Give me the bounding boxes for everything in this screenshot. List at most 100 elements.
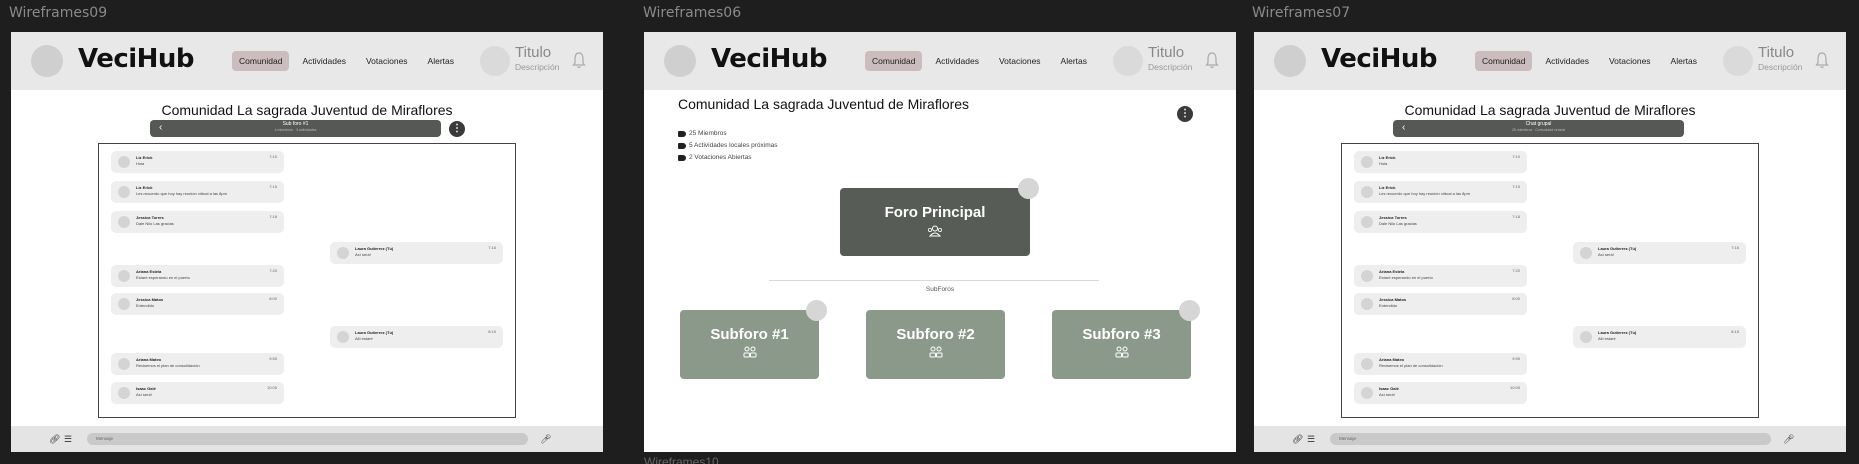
chat-message[interactable]: Liz Erick Hola 7:10 [111, 151, 284, 173]
main-forum-badge [1018, 178, 1039, 199]
message-sender: Jessica Torres [136, 215, 164, 220]
chat-message[interactable]: Liz Erick Les recuerdo que hoy hay reunió… [111, 181, 284, 203]
subforum-card-2[interactable]: Subforo #2 [866, 310, 1005, 379]
message-time: 7:18 [269, 214, 277, 219]
group-icon [929, 346, 942, 358]
nav-actividades[interactable]: Actividades [1538, 51, 1595, 71]
message-sender: Jessica Torres [1379, 215, 1407, 220]
community-title: Comunidad La sagrada Juventud de Miraflo… [161, 102, 453, 118]
message-sender: Ariana Mateo [1379, 357, 1405, 362]
stat-votes-text: 2 Votaciones Abiertas [689, 154, 752, 161]
message-sender: Laura Gutierrez (Tú) [1598, 246, 1637, 251]
profile-avatar[interactable] [480, 46, 510, 76]
chat-message[interactable]: Isaac Galé Así será! 10:05 [111, 382, 284, 404]
nav-alertas[interactable]: Alertas [1054, 51, 1094, 71]
stat-members: 25 Miembros [678, 130, 727, 137]
frame-label-wireframes06: Wireframes06 [643, 5, 742, 21]
divider [769, 280, 1099, 281]
chat-message[interactable]: Ariana Mateo Revisemos el plan de consoli… [1354, 353, 1527, 375]
subforum-label-2: Subforo #2 [896, 326, 975, 343]
main-forum-card[interactable]: Foro Principal [840, 188, 1030, 256]
main-nav: Comunidad Actividades Votaciones Alertas [1475, 51, 1704, 71]
nav-comunidad[interactable]: Comunidad [1475, 51, 1533, 71]
profile-title: Titulo [515, 44, 552, 61]
app-header: VeciHub Comunidad Actividades Votaciones… [644, 32, 1236, 90]
chat-message[interactable]: Laura Gutierrez (Tú) Allí estaré 8:15 [1573, 326, 1746, 348]
logo-placeholder [1274, 45, 1306, 77]
chat-message[interactable]: Laura Gutierrez (Tú) Allí estaré 8:15 [330, 326, 503, 348]
message-time: 7:15 [269, 184, 277, 189]
message-time: 7:10 [269, 154, 277, 159]
bell-icon[interactable] [1815, 51, 1829, 69]
nav-votaciones[interactable]: Votaciones [359, 51, 415, 71]
chat-message[interactable]: Laura Gutierrez (Tú) Así será! 7:16 [1573, 242, 1746, 264]
chat-message[interactable]: Isaac Galé Así será! 10:05 [1354, 382, 1527, 404]
message-text: Hola [136, 161, 145, 166]
nav-alertas[interactable]: Alertas [1664, 51, 1704, 71]
message-input[interactable]: Mensaje [87, 433, 528, 445]
message-avatar [118, 216, 130, 228]
brand-name: VeciHub [78, 44, 195, 74]
group-icon [743, 346, 756, 358]
message-footer: 🔗︎ ☰ Mensaje 🎤︎ [1254, 426, 1846, 452]
mic-icon[interactable]: 🎤︎ [540, 434, 551, 445]
attach-icon[interactable]: 🔗︎ [1292, 434, 1303, 445]
nav-actividades[interactable]: Actividades [928, 51, 985, 71]
message-avatar [118, 298, 130, 310]
message-avatar [1361, 387, 1373, 399]
frame-label-wireframes09: Wireframes09 [9, 5, 108, 21]
nav-votaciones[interactable]: Votaciones [1602, 51, 1658, 71]
list-icon[interactable]: ☰ [64, 434, 72, 445]
message-text: Así será! [1379, 392, 1395, 397]
chat-message[interactable]: Liz Erick Hola 7:10 [1354, 151, 1527, 173]
message-avatar [1361, 216, 1373, 228]
list-icon[interactable]: ☰ [1307, 434, 1315, 445]
subforum-bar: ‹ Sub foro #1 4 miembros · 3 actividades [150, 120, 441, 137]
group-chat-bar-subtitle: 25 miembros · Comunidad vecinal [1511, 128, 1566, 132]
subforum-card-1[interactable]: Subforo #1 [680, 310, 819, 379]
message-input[interactable]: Mensaje [1330, 433, 1771, 445]
message-avatar [1361, 358, 1373, 370]
more-icon[interactable]: ⋮ [1177, 106, 1193, 122]
message-text: Dale Nilo Las gracias [1379, 221, 1417, 226]
logo-placeholder [31, 45, 63, 77]
nav-comunidad[interactable]: Comunidad [865, 51, 923, 71]
nav-votaciones[interactable]: Votaciones [992, 51, 1048, 71]
message-avatar [1361, 156, 1373, 168]
more-icon[interactable]: ⋮ [449, 121, 465, 137]
message-avatar [337, 247, 349, 259]
chat-message[interactable]: Ariana Estela Estaré esperando en el puer… [111, 265, 284, 287]
group-icon [927, 225, 942, 237]
chat-message[interactable]: Laura Gutierrez (Tú) Así será! 7:16 [330, 242, 503, 264]
message-avatar [337, 331, 349, 343]
message-text: Entendido [136, 303, 155, 308]
bell-icon[interactable] [572, 51, 586, 69]
subforum-card-3[interactable]: Subforo #3 [1052, 310, 1191, 379]
chat-message[interactable]: Liz Erick Les recuerdo que hoy hay reunió… [1354, 181, 1527, 203]
chat-message[interactable]: Ariana Estela Estaré esperando en el puer… [1354, 265, 1527, 287]
nav-comunidad[interactable]: Comunidad [232, 51, 290, 71]
subforos-label: SubForos [925, 286, 955, 293]
nav-alertas[interactable]: Alertas [421, 51, 461, 71]
stat-activities-text: 5 Actividades locales próximas [689, 142, 778, 149]
chat-box: Liz Erick Hola 7:10 Liz Erick Les recuerdo q… [98, 143, 516, 418]
nav-actividades[interactable]: Actividades [295, 51, 352, 71]
profile-avatar[interactable] [1723, 46, 1753, 76]
mic-icon[interactable]: 🎤︎ [1783, 434, 1794, 445]
profile-description: Descripción [515, 62, 560, 72]
chat-message[interactable]: Ariana Mateo Revisemos el plan de consoli… [111, 353, 284, 375]
attach-icon[interactable]: 🔗︎ [49, 434, 60, 445]
chat-message[interactable]: Jessica Matos Entendido 8:00 [1354, 293, 1527, 315]
chat-message[interactable]: Jessica Torres Dale Nilo Las gracias 7:18 [1354, 211, 1527, 233]
profile-avatar[interactable] [1113, 46, 1143, 76]
message-avatar [1580, 247, 1592, 259]
message-sender: Jessica Matos [1379, 297, 1407, 302]
message-sender: Isaac Galé [1379, 386, 1399, 391]
message-time: 8:15 [488, 329, 496, 334]
main-nav: Comunidad Actividades Votaciones Alertas [232, 51, 461, 71]
message-text: Les recuerdo que hoy hay reunión virtual… [1379, 191, 1470, 196]
chat-message[interactable]: Jessica Matos Entendido 8:00 [111, 293, 284, 315]
message-sender: Liz Erick [136, 185, 153, 190]
chat-message[interactable]: Jessica Torres Dale Nilo Las gracias 7:18 [111, 211, 284, 233]
bell-icon[interactable] [1205, 51, 1219, 69]
